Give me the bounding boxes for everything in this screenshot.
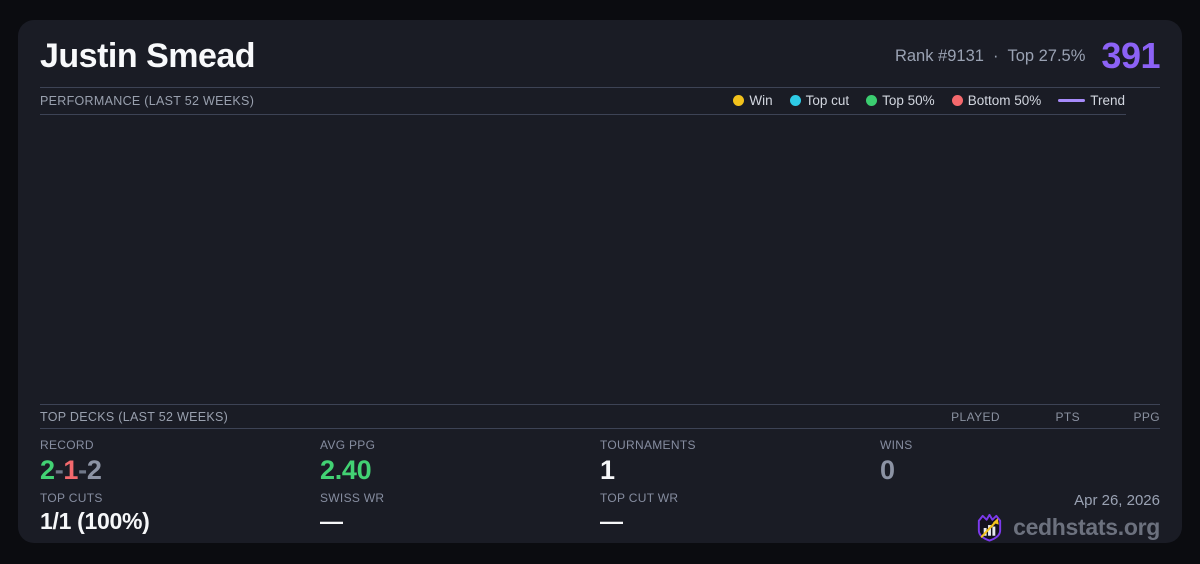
stat-tournaments-value: 1 [600, 455, 615, 485]
column-header-played: PLAYED [951, 409, 1000, 424]
footer: Apr 26, 2026 cedhstats.org [880, 491, 1160, 543]
score-value: 391 [1101, 35, 1160, 77]
cedhstats-logo-icon [974, 512, 1005, 543]
stat-top-cuts-value: 1/1 (100%) [40, 508, 150, 534]
trend-line-icon [1058, 99, 1086, 103]
record-separator: - [78, 455, 87, 485]
rank-text: Rank #9131 [894, 46, 984, 65]
top-50-dot-icon [866, 95, 878, 107]
legend-item-top-cut: Top cut [789, 93, 850, 109]
stat-top-cut-wr: TOP CUT WR — [600, 491, 880, 543]
top-percent-text: Top 27.5% [1007, 46, 1086, 65]
rank-info: Rank #9131 · Top 27.5% [895, 47, 1085, 66]
legend-label-trend: Trend [1090, 93, 1125, 109]
stat-tournaments-label: TOURNAMENTS [600, 438, 696, 452]
date-text: Apr 26, 2026 [1074, 492, 1160, 509]
stat-record: RECORD 2-1-2 [40, 438, 320, 486]
bottom-50-dot-icon [951, 95, 963, 107]
performance-title: PERFORMANCE (LAST 52 WEEKS) [40, 93, 255, 108]
stat-swiss-wr: SWISS WR — [320, 491, 600, 543]
top-decks-column-headers: PLAYED PTS PPG [920, 410, 1160, 424]
legend-label-win: Win [749, 93, 773, 109]
stat-wins: WINS 0 [880, 438, 1160, 486]
stat-record-label: RECORD [40, 438, 94, 452]
legend-item-bottom-50: Bottom 50% [951, 93, 1042, 109]
stat-wins-value: 0 [880, 455, 895, 485]
stat-record-value: 2-1-2 [40, 455, 320, 485]
performance-section-header: PERFORMANCE (LAST 52 WEEKS) Win Top cut … [40, 86, 1160, 115]
stat-avg-ppg-label: AVG PPG [320, 438, 376, 452]
legend-label-top-cut: Top cut [805, 93, 850, 109]
record-draws: 2 [86, 455, 102, 485]
top-cut-dot-icon [789, 95, 801, 107]
stat-avg-ppg: AVG PPG 2.40 [320, 438, 600, 486]
rank-score-group: Rank #9131 · Top 27.5% 391 [895, 35, 1161, 77]
legend-label-top-50: Top 50% [882, 93, 935, 109]
record-losses: 1 [63, 455, 79, 485]
stat-top-cut-wr-label: TOP CUT WR [600, 491, 679, 505]
rank-separator: · [992, 46, 999, 65]
column-header-ppg: PPG [1133, 409, 1160, 424]
legend-item-trend: Trend [1058, 93, 1125, 108]
stats-grid: RECORD 2-1-2 AVG PPG 2.40 TOURNAMENTS 1 … [40, 429, 1160, 543]
top-decks-section-header: TOP DECKS (LAST 52 WEEKS) PLAYED PTS PPG [40, 404, 1160, 429]
stat-wins-label: WINS [880, 438, 913, 452]
legend-item-top-50: Top 50% [866, 93, 935, 108]
stat-swiss-wr-value: — [320, 508, 343, 534]
legend-label-bottom-50: Bottom 50% [967, 93, 1042, 109]
stat-tournaments: TOURNAMENTS 1 [600, 438, 880, 486]
site-branding[interactable]: cedhstats.org [880, 512, 1160, 543]
win-dot-icon [733, 95, 745, 107]
column-header-pts: PTS [1055, 409, 1080, 424]
stat-top-cuts-label: TOP CUTS [40, 491, 103, 505]
stat-avg-ppg-value: 2.40 [320, 455, 372, 485]
top-decks-title: TOP DECKS (LAST 52 WEEKS) [40, 409, 229, 424]
player-stats-card: Justin Smead Rank #9131 · Top 27.5% 391 … [18, 20, 1182, 543]
stat-swiss-wr-label: SWISS WR [320, 491, 385, 505]
site-name: cedhstats.org [1013, 514, 1160, 540]
performance-chart-area [40, 115, 1160, 404]
record-wins: 2 [40, 455, 55, 485]
page-title: Justin Smead [40, 36, 256, 75]
stat-top-cut-wr-value: — [600, 508, 623, 534]
chart-legend: Win Top cut Top 50% Bottom 50% Trend [733, 93, 1160, 108]
stat-top-cuts: TOP CUTS 1/1 (100%) [40, 491, 320, 543]
legend-item-win: Win [733, 93, 773, 109]
card-header: Justin Smead Rank #9131 · Top 27.5% 391 [40, 20, 1160, 87]
